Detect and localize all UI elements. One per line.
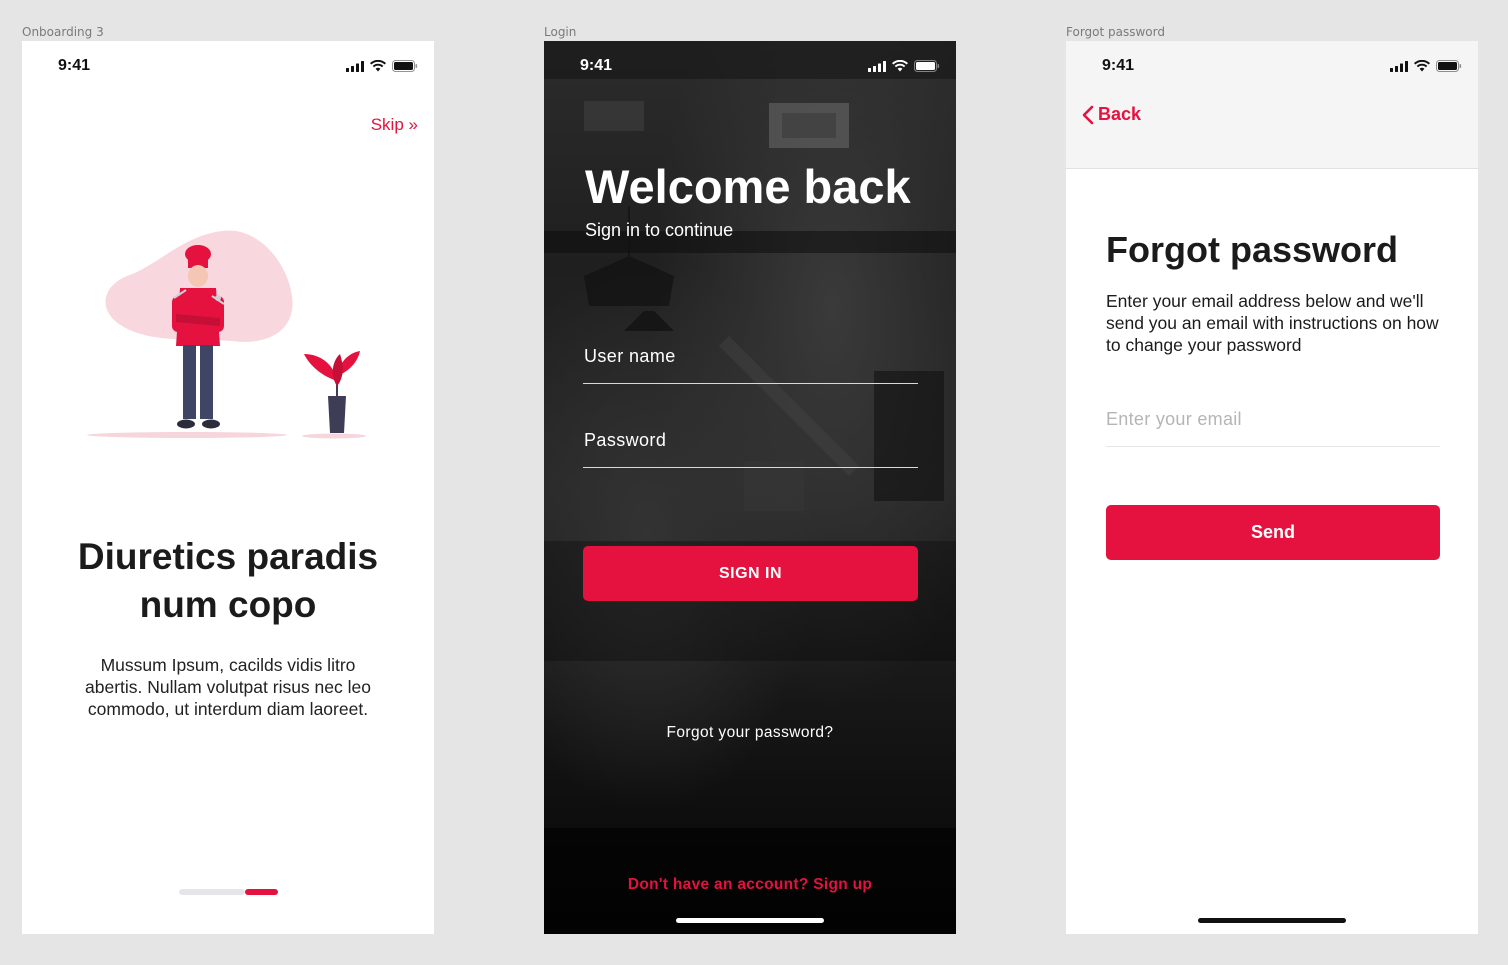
frame-label-login: Login [544,25,577,39]
username-input[interactable]: User name [583,346,918,384]
back-button[interactable]: Back [1082,104,1141,125]
status-bar: 9:41 [22,41,434,91]
status-icons [868,60,940,72]
chef-illustration [87,230,366,439]
email-input[interactable] [1106,409,1440,447]
status-time: 9:41 [1102,57,1135,74]
password-input[interactable]: Password [583,430,918,468]
onboarding-screen: 9:41 Skip » Diuretics paradis num copo M… [22,41,434,934]
home-indicator[interactable] [1198,918,1346,923]
forgot-password-instructions: Enter your email address below and we'll… [1106,291,1439,355]
username-placeholder: User name [584,346,676,366]
signal-icon [346,60,364,72]
status-bar: 9:41 [1066,41,1478,91]
sign-in-label: SIGN IN [718,564,783,582]
home-indicator[interactable] [676,918,824,923]
signal-icon [868,60,886,72]
chevron-left-icon [1082,105,1094,124]
status-icons [346,60,418,72]
battery-icon [914,60,940,72]
status-time: 9:41 [58,57,91,74]
chevron-double-right-icon: » [408,115,418,134]
wifi-icon [370,60,386,72]
wifi-icon [892,60,908,72]
wifi-icon [1414,60,1430,72]
signal-icon [1390,60,1408,72]
battery-icon [1436,60,1462,72]
login-screen: 9:41 Welcome back Sign in to continue Us… [544,41,956,934]
onboarding-title: Diuretics paradis num copo [77,536,379,625]
password-placeholder: Password [584,430,667,450]
sign-up-link[interactable]: Don't have an account? Sign up [544,876,956,894]
pagination-dot[interactable] [179,889,245,895]
login-title: Welcome back [585,160,911,213]
sign-in-button[interactable]: SIGN IN [583,546,918,601]
frame-label-onboarding: Onboarding 3 [22,25,104,39]
send-button[interactable]: Send [1106,505,1440,560]
status-bar: 9:41 [544,41,956,91]
pagination-dots [179,889,278,895]
status-icons [1390,60,1462,72]
login-subtitle: Sign in to continue [585,220,734,240]
frame-label-forgot: Forgot password [1066,25,1165,39]
skip-button[interactable]: Skip » [371,115,418,135]
status-time: 9:41 [580,57,613,74]
pagination-dot-active[interactable] [245,889,278,895]
send-label: Send [1250,522,1295,542]
forgot-password-link[interactable]: Forgot your password? [544,724,956,742]
onboarding-body: Mussum Ipsum, cacilds vidis litro aberti… [85,655,371,719]
forgot-password-screen: 9:41 Back Forgot password Enter your ema… [1066,41,1478,934]
back-label: Back [1098,104,1142,124]
forgot-password-title: Forgot password [1106,229,1399,270]
battery-icon [392,60,418,72]
skip-label: Skip [370,115,404,134]
